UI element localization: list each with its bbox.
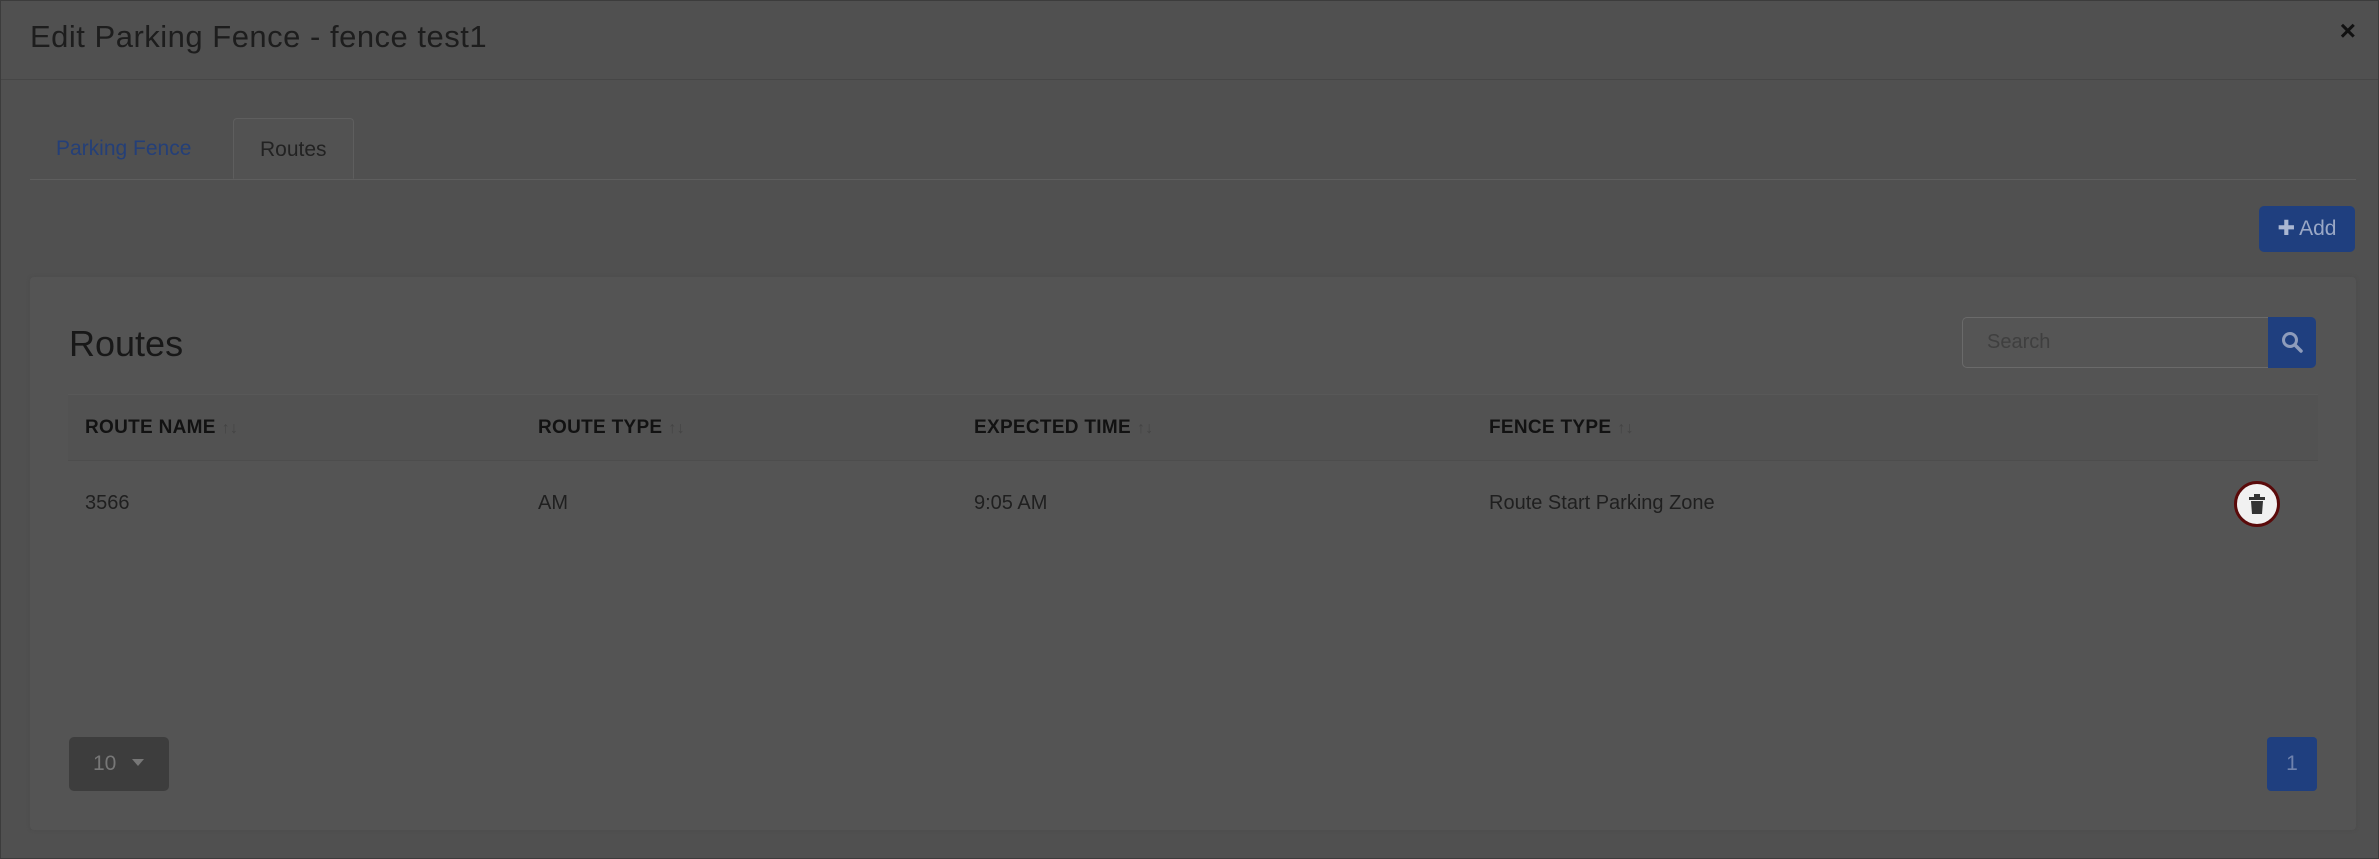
tab-parking-fence[interactable]: Parking Fence [30,118,217,179]
modal-title: Edit Parking Fence - fence test1 [30,19,488,54]
search-button[interactable] [2268,317,2316,368]
cell-fence-type: Route Start Parking Zone [1489,492,1715,514]
cell-route-type: AM [538,492,568,514]
plus-icon: ✚ [2277,217,2296,240]
cell-route-name: 3566 [85,492,130,514]
table-header: ROUTE NAME ↑↓ ROUTE TYPE ↑↓ EXPECTED TIME ↑… [68,394,2318,461]
add-button[interactable]: ✚ Add [2259,206,2355,252]
edit-parking-fence-modal: Edit Parking Fence - fence test1 × Parki… [0,0,2379,859]
routes-table: ROUTE NAME ↑↓ ROUTE TYPE ↑↓ EXPECTED TIME ↑… [68,394,2318,545]
tab-bar: Parking Fence Routes [30,118,2356,180]
trash-icon [2249,494,2265,514]
table-row: 3566 AM 9:05 AM Route Start Parking Zone [68,461,2318,545]
column-header-route-name[interactable]: ROUTE NAME ↑↓ [85,395,238,460]
delete-button[interactable] [2234,481,2280,527]
sort-icon[interactable]: ↑↓ [668,420,685,437]
add-button-label: Add [2299,217,2337,240]
search-input[interactable] [1962,317,2268,368]
search-icon [2282,332,2303,353]
sort-icon[interactable]: ↑↓ [1617,420,1634,437]
modal-header: Edit Parking Fence - fence test1 × [1,1,2378,80]
search-group [1962,317,2316,368]
cell-expected-time: 9:05 AM [974,492,1048,514]
column-header-expected-time[interactable]: EXPECTED TIME ↑↓ [974,395,1154,460]
page-size-value: 10 [93,752,117,775]
caret-down-icon [132,759,144,766]
page-1-button[interactable]: 1 [2267,737,2317,791]
close-button[interactable]: × [2340,15,2356,47]
panel-title: Routes [69,323,184,364]
column-header-fence-type[interactable]: FENCE TYPE ↑↓ [1489,395,1634,460]
column-header-route-type[interactable]: ROUTE TYPE ↑↓ [538,395,685,460]
sort-icon[interactable]: ↑↓ [1137,420,1154,437]
routes-panel: Routes ROUTE NAME↑↓ ROUTE TYPE↑↓ EXPECTE… [30,277,2356,830]
page-size-dropdown[interactable]: 10 [69,737,169,791]
tab-routes[interactable]: Routes [233,118,354,179]
sort-icon[interactable]: ↑↓ [222,420,239,437]
